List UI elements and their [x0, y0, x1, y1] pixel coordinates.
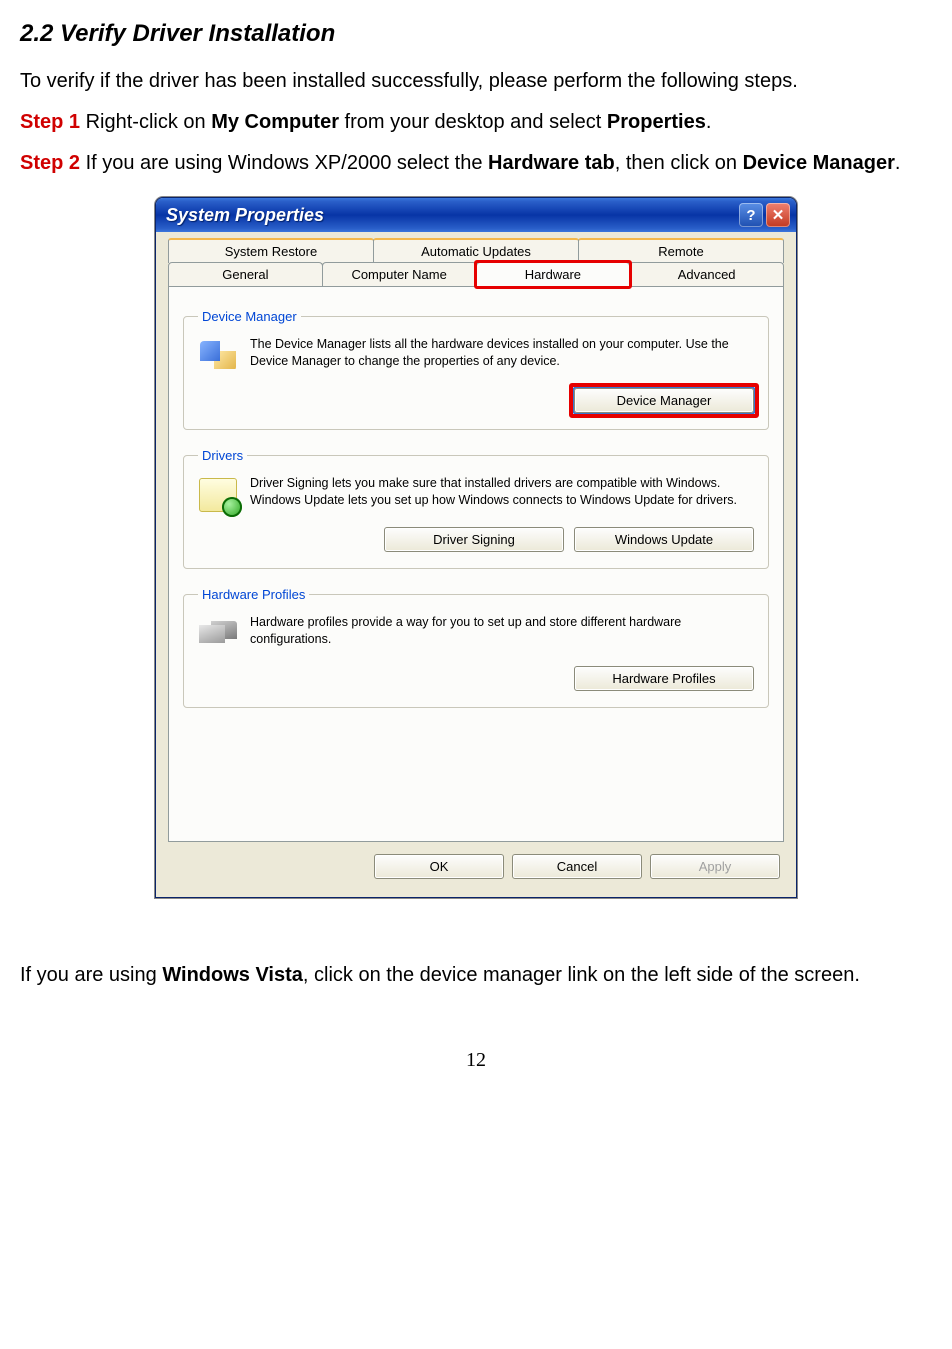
vista-paragraph: If you are using Windows Vista, click on… — [20, 962, 932, 989]
legend-device-manager: Device Manager — [198, 309, 301, 324]
tab-system-restore[interactable]: System Restore — [168, 238, 374, 263]
step-1-text-a: Right-click on — [80, 111, 211, 133]
section-heading: 2.2 Verify Driver Installation — [20, 20, 932, 48]
tab-general[interactable]: General — [168, 262, 323, 286]
device-manager-button-label: Device Manager — [617, 393, 712, 408]
tab-row-1: System Restore Automatic Updates Remote — [168, 238, 784, 263]
step-1-text-c: . — [706, 111, 712, 133]
apply-button[interactable]: Apply — [650, 854, 780, 879]
driver-signing-button[interactable]: Driver Signing — [384, 527, 564, 552]
system-properties-dialog: System Properties ? ✕ System Restore Aut… — [155, 197, 797, 898]
close-icon[interactable]: ✕ — [766, 203, 790, 227]
drivers-icon — [198, 475, 238, 515]
device-manager-icon — [198, 336, 238, 376]
step-2-text-c: . — [895, 152, 901, 174]
step-2-bold-2: Device Manager — [743, 152, 895, 174]
hardware-profiles-button[interactable]: Hardware Profiles — [574, 666, 754, 691]
hardware-profiles-description: Hardware profiles provide a way for you … — [250, 614, 754, 648]
tab-row-2: General Computer Name Hardware Advanced — [168, 262, 784, 286]
cancel-button[interactable]: Cancel — [512, 854, 642, 879]
group-hardware-profiles: Hardware Profiles Hardware profiles prov… — [183, 587, 769, 708]
titlebar[interactable]: System Properties ? ✕ — [156, 198, 796, 232]
tab-automatic-updates[interactable]: Automatic Updates — [373, 238, 579, 263]
titlebar-buttons: ? ✕ — [739, 203, 790, 227]
step-1: Step 1 Right-click on My Computer from y… — [20, 109, 932, 136]
group-drivers: Drivers Driver Signing lets you make sur… — [183, 448, 769, 569]
dialog-body: System Restore Automatic Updates Remote … — [156, 232, 796, 897]
window-title: System Properties — [166, 205, 324, 226]
step-2: Step 2 If you are using Windows XP/2000 … — [20, 150, 932, 177]
tab-hardware-label: Hardware — [525, 267, 581, 282]
tab-advanced[interactable]: Advanced — [629, 262, 784, 286]
hardware-tab-panel: Device Manager The Device Manager lists … — [168, 286, 784, 842]
step-2-bold-1: Hardware tab — [488, 152, 615, 174]
vista-bold: Windows Vista — [162, 964, 303, 986]
step-1-text-b: from your desktop and select — [339, 111, 607, 133]
dialog-footer: OK Cancel Apply — [168, 842, 784, 883]
vista-text-a: If you are using — [20, 964, 162, 986]
windows-update-button[interactable]: Windows Update — [574, 527, 754, 552]
step-1-bold-1: My Computer — [211, 111, 339, 133]
tab-computer-name[interactable]: Computer Name — [322, 262, 477, 286]
legend-drivers: Drivers — [198, 448, 247, 463]
hardware-profiles-icon — [198, 614, 238, 654]
tab-remote[interactable]: Remote — [578, 238, 784, 263]
step-2-label: Step 2 — [20, 152, 80, 174]
group-device-manager: Device Manager The Device Manager lists … — [183, 309, 769, 430]
legend-hardware-profiles: Hardware Profiles — [198, 587, 309, 602]
device-manager-button[interactable]: Device Manager — [574, 388, 754, 413]
help-icon[interactable]: ? — [739, 203, 763, 227]
tab-hardware[interactable]: Hardware — [476, 262, 631, 286]
device-manager-description: The Device Manager lists all the hardwar… — [250, 336, 754, 370]
vista-text-b: , click on the device manager link on th… — [303, 964, 860, 986]
drivers-description: Driver Signing lets you make sure that i… — [250, 475, 754, 509]
step-1-bold-2: Properties — [607, 111, 706, 133]
step-2-text-a: If you are using Windows XP/2000 select … — [80, 152, 488, 174]
step-2-text-b: , then click on — [615, 152, 743, 174]
page-number: 12 — [20, 1049, 932, 1072]
intro-paragraph: To verify if the driver has been install… — [20, 68, 932, 95]
step-1-label: Step 1 — [20, 111, 80, 133]
ok-button[interactable]: OK — [374, 854, 504, 879]
